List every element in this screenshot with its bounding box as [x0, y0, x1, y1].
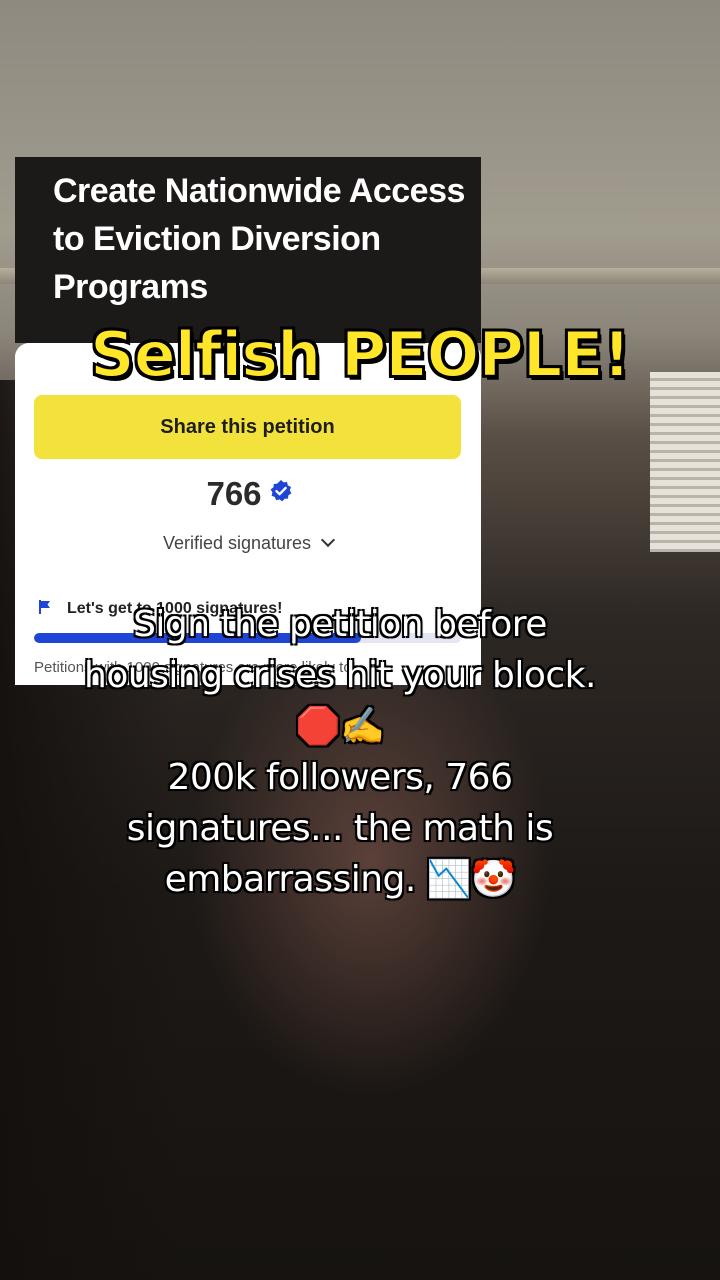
flag-icon — [39, 600, 50, 614]
verified-signatures-label: Verified signatures — [162, 533, 312, 553]
verified-signatures-toggle[interactable]: Verified signatures — [15, 532, 481, 554]
petition-header: Create Nationwide Access to Eviction Div… — [15, 157, 481, 343]
signature-count: 766 — [206, 475, 262, 512]
verified-check-icon — [270, 480, 292, 502]
video-caption: Sign the petition before housing crises … — [84, 604, 596, 900]
share-petition-button[interactable]: Share this petition — [34, 395, 461, 459]
petition-title: Create Nationwide Access to Eviction Div… — [53, 172, 465, 306]
signature-count-row: 766 — [15, 475, 481, 513]
headline-overlay: Selfish PEOPLE! — [89, 317, 632, 392]
window-blind — [650, 372, 720, 552]
chevron-down-icon — [320, 532, 336, 548]
